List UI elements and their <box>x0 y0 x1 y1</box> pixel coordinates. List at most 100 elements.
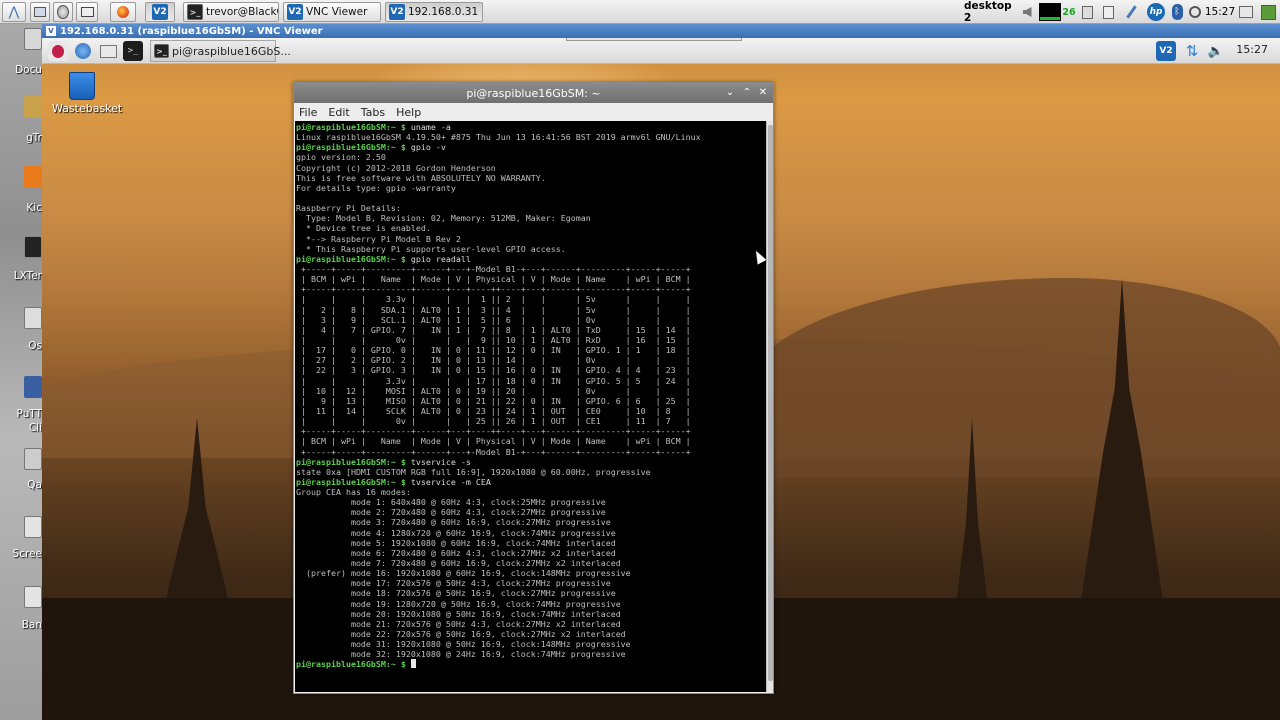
output-text: | 10 | 12 | MOSI | ALT0 | 0 | 19 || 20 |… <box>296 385 691 396</box>
desktop-icon-label[interactable]: gTr <box>0 132 42 144</box>
terminal-line: pi@raspiblue16GbSM:~ $ gpio readall <box>296 254 765 264</box>
desktop-icon-label[interactable]: Cli <box>0 422 42 434</box>
desktop-switcher[interactable]: desktop 2 <box>964 0 1018 24</box>
menu-tabs[interactable]: Tabs <box>361 106 385 119</box>
output-text: | 17 | 0 | GPIO. 0 | IN | 0 | 11 || 12 |… <box>296 345 691 356</box>
remote-task-terminal[interactable]: >_ pi@raspiblue16GbS... <box>150 40 291 62</box>
app-icon[interactable] <box>24 448 42 470</box>
app-icon[interactable] <box>24 307 42 329</box>
terminal-line: mode 18: 720x576 @ 50Hz 16:9, clock:27MH… <box>296 588 765 598</box>
terminal-line: pi@raspiblue16GbSM:~ $ <box>296 659 765 669</box>
cpu-value: 26 <box>1062 6 1076 18</box>
output-text: | 2 | 8 | SDA.1 | ALT0 | 1 | 3 || 4 | | … <box>296 304 691 315</box>
output-text: Type: Model B, Revision: 02, Memory: 512… <box>296 213 591 224</box>
close-button[interactable]: ✕ <box>756 85 770 99</box>
file-manager-icon[interactable] <box>98 41 118 61</box>
menu-file[interactable]: File <box>299 106 317 119</box>
bluetooth-icon[interactable]: ᛒ <box>1170 3 1184 21</box>
network-icon[interactable] <box>1078 3 1096 21</box>
output-text: mode 3: 720x480 @ 60Hz 16:9, clock:27MHz… <box>296 517 611 528</box>
desktop-icon-label[interactable]: Scree <box>0 548 42 560</box>
app-icon[interactable] <box>24 586 42 608</box>
scrollbar-thumb[interactable] <box>768 125 773 681</box>
menu-button[interactable]: ⋀ <box>2 2 26 22</box>
vnc-launcher[interactable]: V2 <box>145 2 175 22</box>
pen-icon[interactable] <box>1122 3 1140 21</box>
vnc-server-icon[interactable]: V2 <box>1156 41 1176 61</box>
terminal-line: | 4 | 7 | GPIO. 7 | IN | 1 | 7 || 8 | 1 … <box>296 325 765 335</box>
task-vnc-viewer[interactable]: V2 VNC Viewer <box>283 2 381 22</box>
desktop-icon-label[interactable]: Qa <box>0 479 42 491</box>
output-text: mode 32: 1920x1080 @ 24Hz 16:9, clock:74… <box>296 649 626 660</box>
cpu-monitor-icon <box>1039 3 1061 21</box>
vnc-window-titlebar[interactable]: V 192.168.0.31 (raspiblue16GbSM) - VNC V… <box>42 24 1280 38</box>
shell-command: tvservice -m CEA <box>405 476 491 487</box>
battery-icon[interactable] <box>1237 3 1255 21</box>
task-terminal[interactable]: >_ trevor@BlackO... <box>183 2 279 22</box>
vnc-icon: V <box>46 26 56 36</box>
camera-icon[interactable] <box>24 516 42 538</box>
desktop-icon <box>34 7 46 17</box>
folder-icon[interactable] <box>24 28 42 50</box>
output-text: | BCM | wPi | Name | Mode | V | Physical… <box>296 274 691 285</box>
output-text: gpio version: 2.50 <box>296 152 386 163</box>
terminal-output[interactable]: pi@raspiblue16GbSM:~ $ uname -a Linux ras… <box>295 121 766 692</box>
windows-icon <box>80 7 94 17</box>
terminal-line: For details type: gpio -warranty <box>296 183 765 193</box>
browser-launcher[interactable] <box>53 2 73 22</box>
app-icon[interactable] <box>24 96 42 118</box>
terminal-line: mode 19: 1280x720 @ 50Hz 16:9, clock:74M… <box>296 599 765 609</box>
wastebasket[interactable]: Wastebasket <box>52 72 122 115</box>
terminal-window[interactable]: pi@raspiblue16GbSM: ~ ⌄ ⌃ ✕ File Edit Ta… <box>293 82 774 694</box>
output-text: mode 4: 1280x720 @ 60Hz 16:9, clock:74MH… <box>296 527 616 538</box>
desktop-icon-label[interactable]: LXTer <box>0 270 42 282</box>
output-text: Linux raspiblue16GbSM 4.19.50+ #875 Thu … <box>296 132 701 143</box>
volume-icon[interactable] <box>1018 3 1036 21</box>
terminal-icon[interactable] <box>24 236 42 258</box>
terminal-line: | 10 | 12 | MOSI | ALT0 | 0 | 19 || 20 |… <box>296 386 765 396</box>
terminal-titlebar[interactable]: pi@raspiblue16GbSM: ~ ⌄ ⌃ ✕ <box>294 83 773 103</box>
maximize-button[interactable]: ⌃ <box>740 85 754 99</box>
remote-clock: 15:27 <box>1236 43 1268 56</box>
menu-edit[interactable]: Edit <box>328 106 349 119</box>
network-arrows-icon[interactable]: ⇅ <box>1182 41 1202 61</box>
desktop-icon-label[interactable]: Os <box>0 340 42 352</box>
globe-icon[interactable] <box>73 41 93 61</box>
firefox-launcher[interactable] <box>110 2 136 22</box>
desktop-icon-label[interactable]: PuTT <box>0 408 42 420</box>
output-text: state 0xa [HDMI CUSTOM RGB full 16:9], 1… <box>296 466 651 477</box>
show-desktop-button[interactable] <box>30 2 50 22</box>
output-text: mode 1: 640x480 @ 60Hz 4:3, clock:25MHz … <box>296 497 606 508</box>
desktop-icon-label[interactable]: Docu <box>0 64 42 76</box>
kicad-icon[interactable] <box>24 166 42 188</box>
terminal-scrollbar[interactable] <box>766 121 773 692</box>
shell-prompt: pi@raspiblue16GbSM:~ $ <box>296 659 406 670</box>
host-taskbar: ⋀ V2 >_ trevor@BlackO... V2 VNC Viewer V… <box>0 0 1280 24</box>
clipboard-icon[interactable] <box>1099 3 1117 21</box>
logout-icon[interactable] <box>1259 3 1277 21</box>
raspberry-menu-icon[interactable] <box>48 41 68 61</box>
shell-command: gpio readall <box>405 253 471 264</box>
terminal-line: mode 20: 1920x1080 @ 50Hz 16:9, clock:74… <box>296 609 765 619</box>
volume-icon[interactable]: 🔈 <box>1206 41 1226 61</box>
shell-command: tvservice -s <box>405 456 471 467</box>
terminal-line: * Device tree is enabled. <box>296 223 765 233</box>
terminal-line: state 0xa [HDMI CUSTOM RGB full 16:9], 1… <box>296 467 765 477</box>
terminal-line: mode 31: 1920x1080 @ 50Hz 16:9, clock:14… <box>296 639 765 649</box>
desktop-icon-label[interactable]: Ban <box>0 619 42 631</box>
terminal-launcher-icon[interactable]: >_ <box>123 41 143 61</box>
output-text: mode 18: 720x576 @ 50Hz 16:9, clock:27MH… <box>296 588 616 599</box>
terminal-line: +-----+-----+---------+------+---+-Model… <box>296 447 765 457</box>
terminal-line: pi@raspiblue16GbSM:~ $ tvservice -s <box>296 457 765 467</box>
putty-icon[interactable] <box>24 376 42 398</box>
window-list-button[interactable] <box>76 2 98 22</box>
hp-printer-icon[interactable]: hp <box>1144 3 1168 21</box>
desktop-icon-label[interactable]: Kic <box>0 202 42 214</box>
task-vnc-session[interactable]: V2 192.168.0.31 (r... <box>385 2 483 22</box>
desktop-label: desktop 2 <box>964 0 1012 24</box>
minimize-button[interactable]: ⌄ <box>723 85 737 99</box>
menu-help[interactable]: Help <box>396 106 421 119</box>
terminal-line: mode 17: 720x576 @ 50Hz 4:3, clock:27MHz… <box>296 578 765 588</box>
power-icon[interactable] <box>1186 3 1204 21</box>
